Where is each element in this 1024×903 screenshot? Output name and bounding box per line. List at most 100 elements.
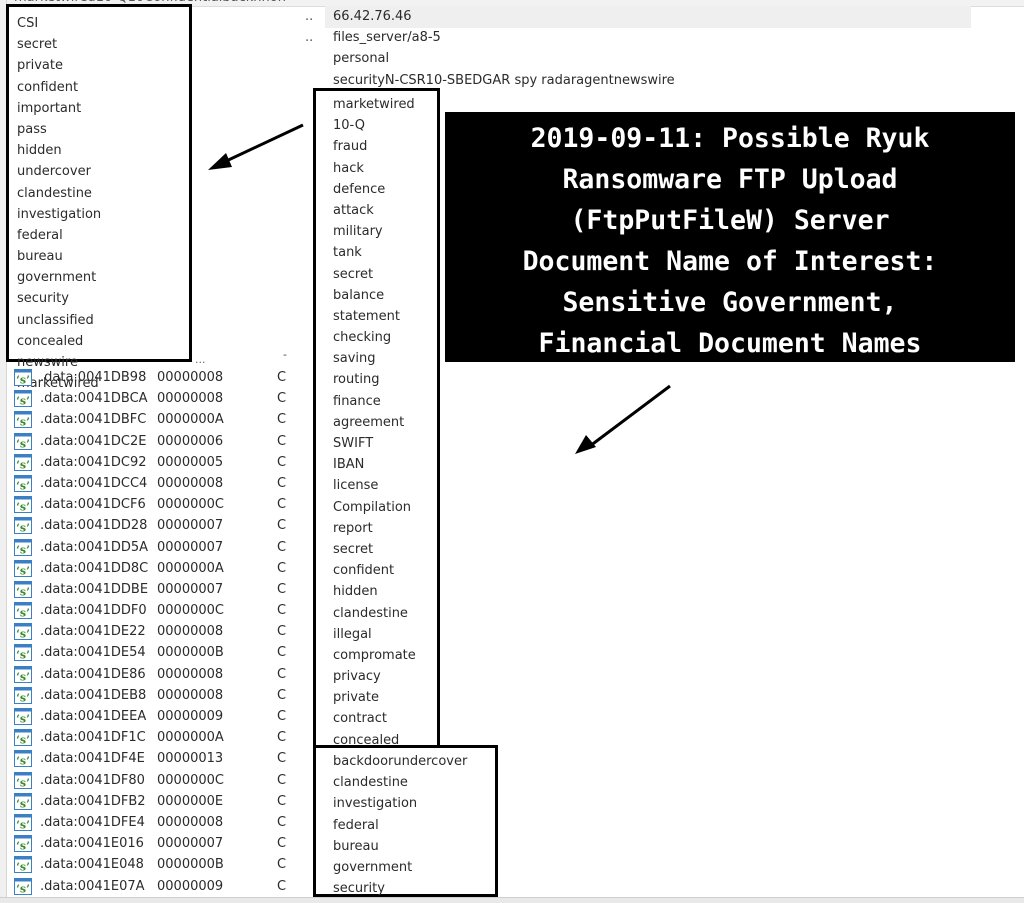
string-s-icon: ‘s’ bbox=[14, 750, 32, 768]
address-cell: .data:0041DE54 bbox=[40, 645, 146, 661]
keyword-item: checking bbox=[333, 330, 392, 346]
address-cell: .data:0041DEEA bbox=[40, 709, 147, 724]
string-s-icon: ‘s’ bbox=[14, 390, 32, 408]
type-cell: C bbox=[277, 391, 287, 407]
address-cell: .data:0041DFE4 bbox=[40, 814, 145, 830]
table-row[interactable]: ‘s’ .data:0041DCF6 0000000C C bbox=[0, 494, 310, 515]
keyword-item: report bbox=[333, 520, 373, 536]
table-row[interactable]: ‘s’ .data:0041DF80 0000000C C bbox=[0, 770, 310, 791]
banner-line: 2019-09-11: Possible Ryuk bbox=[530, 123, 930, 154]
table-row[interactable]: ‘s’ .data:0041DF4E 00000013 C bbox=[0, 748, 310, 769]
type-cell: C bbox=[277, 793, 287, 809]
keyword-item: important bbox=[17, 100, 82, 116]
svg-text:‘s’: ‘s’ bbox=[16, 501, 30, 514]
type-cell: C bbox=[277, 836, 287, 852]
address-cell: .data:0041E048 bbox=[40, 857, 144, 873]
string-s-icon: ‘s’ bbox=[14, 496, 32, 514]
table-row[interactable]: ‘s’ .data:0041DFB2 0000000E C bbox=[0, 791, 310, 812]
table-row[interactable]: ‘s’ .data:0041DD28 00000007 C bbox=[0, 515, 310, 536]
address-cell: .data:0041DF1C bbox=[40, 730, 146, 746]
keyword-item: Compilation bbox=[333, 499, 412, 515]
string-s-icon: ‘s’ bbox=[14, 453, 32, 471]
address-cell: .data:0041DD8C bbox=[40, 560, 149, 576]
svg-text:‘s’: ‘s’ bbox=[16, 861, 30, 874]
ip-address-string: 66.42.76.46 bbox=[333, 9, 412, 24]
string-s-icon: ‘s’ bbox=[14, 856, 32, 874]
table-row[interactable]: ‘s’ .data:0041E048 0000000B C bbox=[0, 854, 310, 875]
keyword-item: federal bbox=[333, 817, 379, 833]
keyword-item: attack bbox=[333, 202, 374, 218]
table-row[interactable]: ‘s’ .data:0041DBFC 0000000A C bbox=[0, 409, 310, 430]
length-cell: 00000007 bbox=[157, 539, 224, 555]
length-cell: 00000008 bbox=[157, 687, 224, 703]
table-row[interactable]: ‘s’ .data:0041E07A 00000009 C bbox=[0, 876, 310, 897]
table-row[interactable]: ‘s’ .data:0041DE54 0000000B C bbox=[0, 642, 310, 663]
svg-text:‘s’: ‘s’ bbox=[16, 628, 30, 641]
type-cell: C bbox=[277, 497, 287, 513]
keyword-item: privacy bbox=[333, 669, 381, 685]
type-cell: C bbox=[277, 581, 287, 597]
table-row[interactable]: ‘s’ .data:0041DCC4 00000008 C bbox=[0, 473, 310, 494]
address-cell: .data:0041DE22 bbox=[40, 624, 146, 640]
left-keyword-list: CSI secret private confident important pass hi… bbox=[17, 13, 189, 394]
keyword-item: secret bbox=[17, 37, 58, 53]
svg-text:‘s’: ‘s’ bbox=[16, 479, 30, 492]
address-cell: .data:0041DCF6 bbox=[40, 497, 146, 513]
keyword-item: bureau bbox=[17, 249, 63, 265]
table-row[interactable]: ‘s’ .data:0041DE22 00000008 C bbox=[0, 621, 310, 642]
keyword-item: government bbox=[17, 270, 97, 286]
type-cell: C bbox=[277, 560, 287, 576]
string-s-icon: ‘s’ bbox=[14, 686, 32, 704]
arrow-left-icon bbox=[208, 123, 304, 170]
horizontal-scrollbar[interactable] bbox=[0, 897, 1024, 903]
table-row[interactable]: ‘s’ .data:0041DE86 00000008 C bbox=[0, 664, 310, 685]
table-row[interactable]: ‘s’ .data:0041DC92 00000005 C bbox=[0, 452, 310, 473]
table-row[interactable]: ‘s’ .data:0041DC2E 00000006 C bbox=[0, 431, 310, 452]
type-cell: C bbox=[277, 624, 287, 640]
arrow-down-left-icon bbox=[575, 384, 671, 454]
table-row[interactable]: ‘s’ .data:0041DD5A 00000007 C bbox=[0, 537, 310, 558]
keyword-item: confident bbox=[333, 563, 395, 579]
table-row[interactable]: ‘s’ .data:0041DB98 00000008 C bbox=[0, 367, 310, 388]
banner-line: Sensitive Government, bbox=[562, 287, 898, 318]
table-row[interactable]: ‘s’ .data:0041DEB8 00000008 C bbox=[0, 685, 310, 706]
type-cell: C bbox=[277, 666, 287, 682]
table-row[interactable]: ‘s’ .data:0041DDBE 00000007 C bbox=[0, 579, 310, 600]
length-cell: 00000008 bbox=[157, 666, 224, 682]
string-s-icon: ‘s’ bbox=[14, 835, 32, 853]
svg-text:‘s’: ‘s’ bbox=[16, 607, 30, 620]
keyword-item: SWIFT bbox=[333, 436, 374, 451]
keyword-item: hidden bbox=[333, 584, 378, 600]
type-cell: C bbox=[277, 772, 287, 788]
keyword-item: statement bbox=[333, 308, 400, 324]
keyword-item: finance bbox=[333, 393, 381, 409]
keyword-item: defence bbox=[333, 181, 386, 197]
table-row[interactable]: ‘s’ .data:0041DBCA 00000008 C bbox=[0, 388, 310, 409]
keyword-item: clandestine bbox=[333, 605, 408, 621]
keyword-item: CSI bbox=[17, 16, 39, 31]
address-cell: .data:0041DF80 bbox=[40, 772, 145, 788]
string-s-icon: ‘s’ bbox=[14, 792, 32, 810]
length-cell: 00000009 bbox=[157, 878, 224, 894]
keyword-item: license bbox=[333, 478, 379, 494]
string-s-icon: ‘s’ bbox=[14, 538, 32, 556]
svg-text:‘s’: ‘s’ bbox=[16, 882, 30, 895]
table-row[interactable]: ‘s’ .data:0041DD8C 0000000A C bbox=[0, 558, 310, 579]
string-s-icon: ‘s’ bbox=[14, 771, 32, 789]
table-row[interactable]: ‘s’ .data:0041DFE4 00000008 C bbox=[0, 812, 310, 833]
cut-column-dots: ... bbox=[195, 353, 206, 366]
svg-text:‘s’: ‘s’ bbox=[16, 713, 30, 726]
table-row[interactable]: ‘s’ .data:0041E016 00000007 C bbox=[0, 833, 310, 854]
type-cell: C bbox=[277, 730, 287, 746]
banner-line: Financial Document Names bbox=[538, 328, 922, 359]
length-cell: 00000008 bbox=[157, 475, 224, 491]
right-keyword-box-2: backdoorundercover clandestine investigati… bbox=[313, 745, 498, 897]
right-keyword-box-1: marketwired 10-Q fraud hack defence attack mil… bbox=[313, 88, 440, 748]
length-cell: 00000008 bbox=[157, 624, 224, 640]
banner-line: Document Name of Interest: bbox=[522, 246, 938, 277]
table-row[interactable]: ‘s’ .data:0041DF1C 0000000A C bbox=[0, 727, 310, 748]
table-row[interactable]: ‘s’ .data:0041DDF0 0000000C C bbox=[0, 600, 310, 621]
address-cell: .data:0041DCC4 bbox=[40, 475, 148, 491]
length-cell: 00000007 bbox=[157, 518, 224, 534]
table-row[interactable]: ‘s’ .data:0041DEEA 00000009 C bbox=[0, 706, 310, 727]
